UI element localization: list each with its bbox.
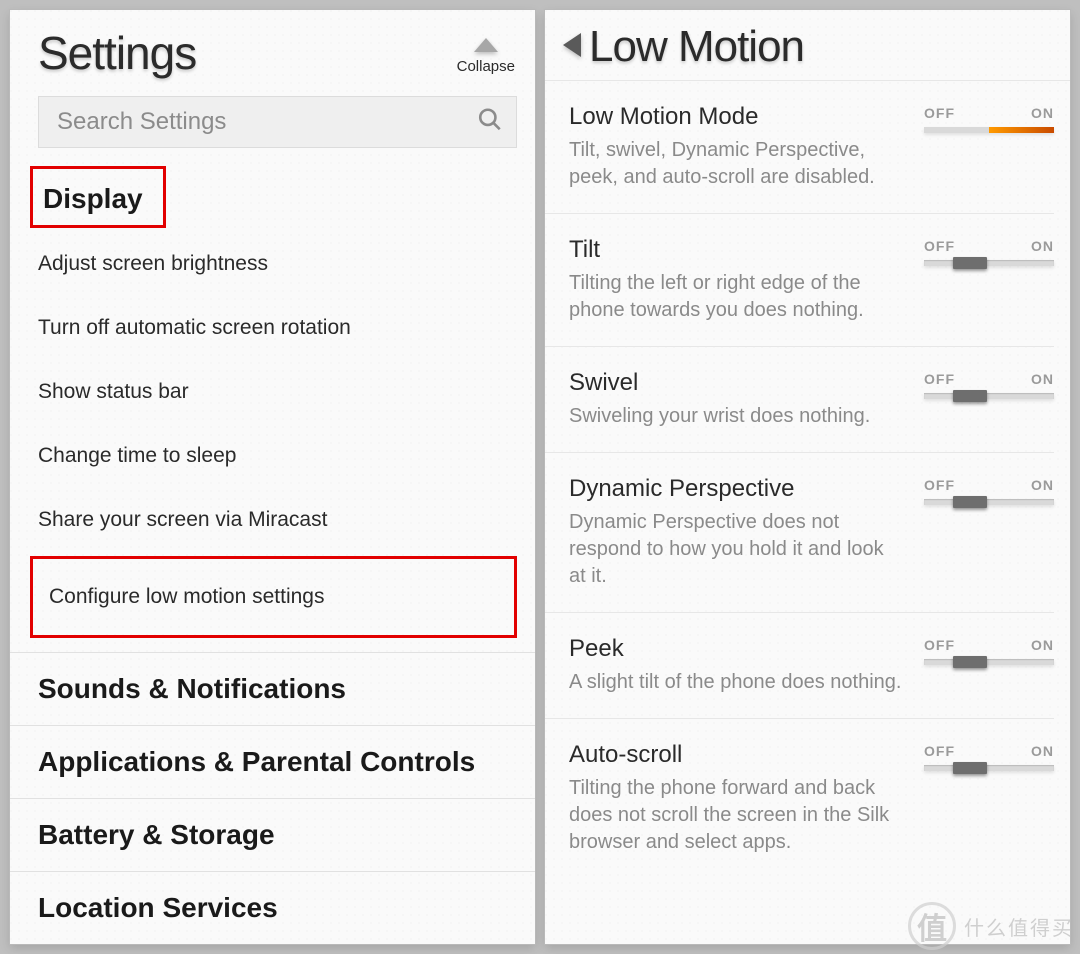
- toggle-on-label: ON: [1031, 238, 1054, 254]
- row-tilt: Tilt Tilting the left or right edge of t…: [545, 214, 1054, 347]
- toggle-off-label: OFF: [924, 637, 955, 653]
- toggle-on-label: ON: [1031, 371, 1054, 387]
- toggle-on-label: ON: [1031, 637, 1054, 653]
- settings-panel: Settings Collapse Display Adjust screen …: [10, 10, 535, 944]
- toggle-dynamic-perspective[interactable]: OFF ON: [924, 477, 1054, 505]
- row-title: Swivel: [569, 369, 904, 397]
- collapse-label: Collapse: [457, 58, 515, 75]
- toggle-off-label: OFF: [924, 477, 955, 493]
- item-status-bar[interactable]: Show status bar: [10, 360, 535, 424]
- row-title: Peek: [569, 635, 904, 663]
- row-desc: Tilting the left or right edge of the ph…: [569, 270, 904, 324]
- toggle-off-label: OFF: [924, 371, 955, 387]
- search-icon: [477, 107, 503, 138]
- toggle-off-label: OFF: [924, 105, 955, 121]
- item-time-to-sleep[interactable]: Change time to sleep: [10, 424, 535, 488]
- row-auto-scroll: Auto-scroll Tilting the phone forward an…: [545, 719, 1054, 878]
- row-desc: Tilting the phone forward and back does …: [569, 775, 904, 856]
- row-title: Dynamic Perspective: [569, 475, 904, 503]
- category-sounds[interactable]: Sounds & Notifications: [10, 652, 535, 725]
- toggle-off-label: OFF: [924, 238, 955, 254]
- row-title: Tilt: [569, 236, 904, 264]
- toggle-low-motion-mode[interactable]: OFF ON: [924, 105, 1054, 133]
- item-auto-rotation[interactable]: Turn off automatic screen rotation: [10, 296, 535, 360]
- row-title: Auto-scroll: [569, 741, 904, 769]
- toggle-peek[interactable]: OFF ON: [924, 637, 1054, 665]
- row-swivel: Swivel Swiveling your wrist does nothing…: [545, 347, 1054, 453]
- category-location[interactable]: Location Services: [10, 871, 535, 944]
- row-low-motion-mode: Low Motion Mode Tilt, swivel, Dynamic Pe…: [545, 81, 1054, 214]
- detail-title: Low Motion: [589, 22, 804, 72]
- row-title: Low Motion Mode: [569, 103, 904, 131]
- toggle-on-label: ON: [1031, 743, 1054, 759]
- item-adjust-brightness[interactable]: Adjust screen brightness: [10, 232, 535, 296]
- collapse-icon: [472, 36, 500, 54]
- category-applications[interactable]: Applications & Parental Controls: [10, 725, 535, 798]
- toggle-on-label: ON: [1031, 105, 1054, 121]
- row-desc: Swiveling your wrist does nothing.: [569, 403, 904, 430]
- item-low-motion[interactable]: Configure low motion settings: [30, 556, 517, 638]
- row-desc: Dynamic Perspective does not respond to …: [569, 509, 904, 590]
- row-peek: Peek A slight tilt of the phone does not…: [545, 613, 1054, 719]
- row-desc: A slight tilt of the phone does nothing.: [569, 669, 904, 696]
- back-icon[interactable]: [559, 30, 585, 65]
- collapse-button[interactable]: Collapse: [457, 36, 515, 75]
- item-miracast[interactable]: Share your screen via Miracast: [10, 488, 535, 552]
- toggle-on-label: ON: [1031, 477, 1054, 493]
- category-battery[interactable]: Battery & Storage: [10, 798, 535, 871]
- search-input[interactable]: [38, 96, 517, 148]
- toggle-auto-scroll[interactable]: OFF ON: [924, 743, 1054, 771]
- low-motion-panel: Low Motion Low Motion Mode Tilt, swivel,…: [545, 10, 1070, 944]
- toggle-off-label: OFF: [924, 743, 955, 759]
- toggle-tilt[interactable]: OFF ON: [924, 238, 1054, 266]
- row-desc: Tilt, swivel, Dynamic Perspective, peek,…: [569, 137, 904, 191]
- toggle-swivel[interactable]: OFF ON: [924, 371, 1054, 399]
- settings-title: Settings: [38, 26, 457, 80]
- row-dynamic-perspective: Dynamic Perspective Dynamic Perspective …: [545, 453, 1054, 613]
- category-display[interactable]: Display: [30, 166, 166, 228]
